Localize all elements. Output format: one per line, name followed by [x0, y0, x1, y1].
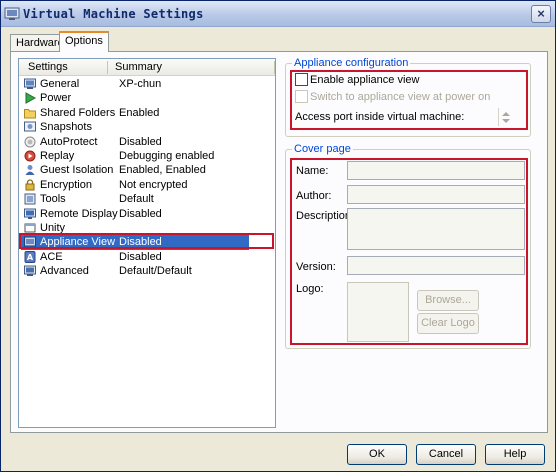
list-item-summary: Enabled, Enabled — [119, 164, 206, 177]
vm-settings-icon — [4, 7, 20, 20]
list-item-summary: Disabled — [119, 250, 162, 263]
list-item-summary: Default/Default — [119, 265, 192, 278]
settings-dialog: Virtual Machine Settings × Hardware Opti… — [0, 0, 556, 472]
replay-icon — [24, 150, 36, 162]
list-header: Settings Summary — [19, 59, 275, 76]
close-icon: × — [537, 6, 545, 21]
enable-appliance-view-label[interactable]: Enable appliance view — [310, 74, 419, 87]
guest-isolation-icon — [25, 165, 35, 176]
list-item-guest-isolation[interactable]: Guest Isolation Enabled, Enabled — [21, 163, 273, 177]
advanced-icon — [24, 265, 36, 277]
title-bar[interactable]: Virtual Machine Settings × — [1, 1, 555, 27]
list-item-name: ACE — [40, 250, 63, 263]
tab-options[interactable]: Options — [59, 31, 109, 52]
list-item-name: Snapshots — [40, 121, 92, 134]
port-spin-buttons — [498, 108, 513, 126]
list-item-name: Replay — [40, 150, 75, 162]
cover-name-label: Name: — [296, 165, 329, 177]
cover-name-field — [347, 161, 525, 180]
list-item-summary: XP-chun — [119, 78, 162, 90]
list-item-name: Tools — [40, 193, 66, 206]
general-icon — [24, 78, 36, 89]
clear-logo-button: Clear Logo — [417, 313, 479, 334]
list-item-power[interactable]: Power — [21, 91, 273, 105]
lock-icon — [25, 179, 35, 191]
cover-description-field — [347, 208, 525, 250]
list-item-summary: Enabled — [119, 106, 160, 119]
ace-icon: A — [24, 250, 36, 263]
spin-down-icon — [502, 119, 510, 123]
folder-icon — [24, 108, 36, 119]
svg-text:A: A — [27, 253, 34, 262]
list-item-general[interactable]: General XP-chun — [21, 77, 273, 91]
list-item-name: AutoProtect — [40, 135, 98, 148]
cancel-button[interactable]: Cancel — [416, 444, 476, 465]
list-item-summary: Disabled — [119, 135, 162, 148]
highlight-box-appliance-view — [19, 233, 274, 249]
list-item-tools[interactable]: Tools Default — [21, 192, 273, 206]
close-button[interactable]: × — [531, 5, 551, 23]
tools-icon — [24, 193, 36, 205]
remote-display-icon — [24, 208, 36, 219]
snapshot-icon — [24, 121, 36, 132]
switch-at-power-on-label: Switch to appliance view at power on — [310, 91, 491, 103]
list-item-shared-folders[interactable]: Shared Folders Enabled — [21, 106, 273, 120]
list-item-name: General — [40, 78, 80, 90]
cover-author-label: Author: — [296, 190, 332, 202]
access-port-label: Access port inside virtual machine: — [295, 111, 465, 123]
cover-description-label: Description: — [296, 210, 355, 222]
list-item-name: Encryption — [40, 178, 92, 191]
power-icon — [25, 92, 36, 105]
logo-preview — [347, 282, 409, 342]
list-item-summary: Disabled — [119, 207, 162, 220]
column-divider[interactable] — [274, 61, 275, 74]
group-title: Appliance configuration — [292, 57, 411, 69]
spin-up-icon — [502, 112, 510, 116]
list-item-name: Remote Display — [40, 207, 118, 220]
window-title: Virtual Machine Settings — [23, 7, 204, 21]
list-item-summary: Default — [119, 193, 154, 206]
list-item-autoprotect[interactable]: AutoProtect Disabled — [21, 135, 273, 149]
cover-logo-label: Logo: — [296, 283, 324, 295]
cover-author-field — [347, 185, 525, 204]
column-header-summary[interactable]: Summary — [115, 61, 162, 73]
column-divider[interactable] — [107, 61, 108, 74]
cover-version-label: Version: — [296, 261, 336, 273]
list-item-name: Shared Folders — [40, 106, 116, 119]
list-item-name: Advanced — [40, 265, 89, 278]
list-item-summary: Not encrypted — [119, 178, 188, 191]
list-item-replay[interactable]: Replay Debugging enabled — [21, 149, 273, 163]
list-item-name: Power — [40, 92, 72, 105]
list-item-encryption[interactable]: Encryption Not encrypted — [21, 178, 273, 192]
autoprotect-icon — [24, 136, 36, 148]
list-item-advanced[interactable]: Advanced Default/Default — [21, 264, 273, 278]
list-item-summary: Debugging enabled — [119, 150, 215, 162]
ok-button[interactable]: OK — [347, 444, 407, 465]
list-item-snapshots[interactable]: Snapshots — [21, 120, 273, 134]
column-header-settings[interactable]: Settings — [28, 61, 68, 73]
list-item-name: Guest Isolation — [40, 164, 114, 177]
list-item-remote-display[interactable]: Remote Display Disabled — [21, 207, 273, 221]
enable-appliance-view-checkbox[interactable] — [295, 73, 308, 86]
list-item-ace[interactable]: A ACE Disabled — [21, 250, 273, 264]
browse-button: Browse... — [417, 290, 479, 311]
help-button[interactable]: Help — [485, 444, 545, 465]
switch-at-power-on-checkbox — [295, 90, 308, 103]
cover-version-field — [347, 256, 525, 275]
group-title: Cover page — [292, 143, 353, 155]
